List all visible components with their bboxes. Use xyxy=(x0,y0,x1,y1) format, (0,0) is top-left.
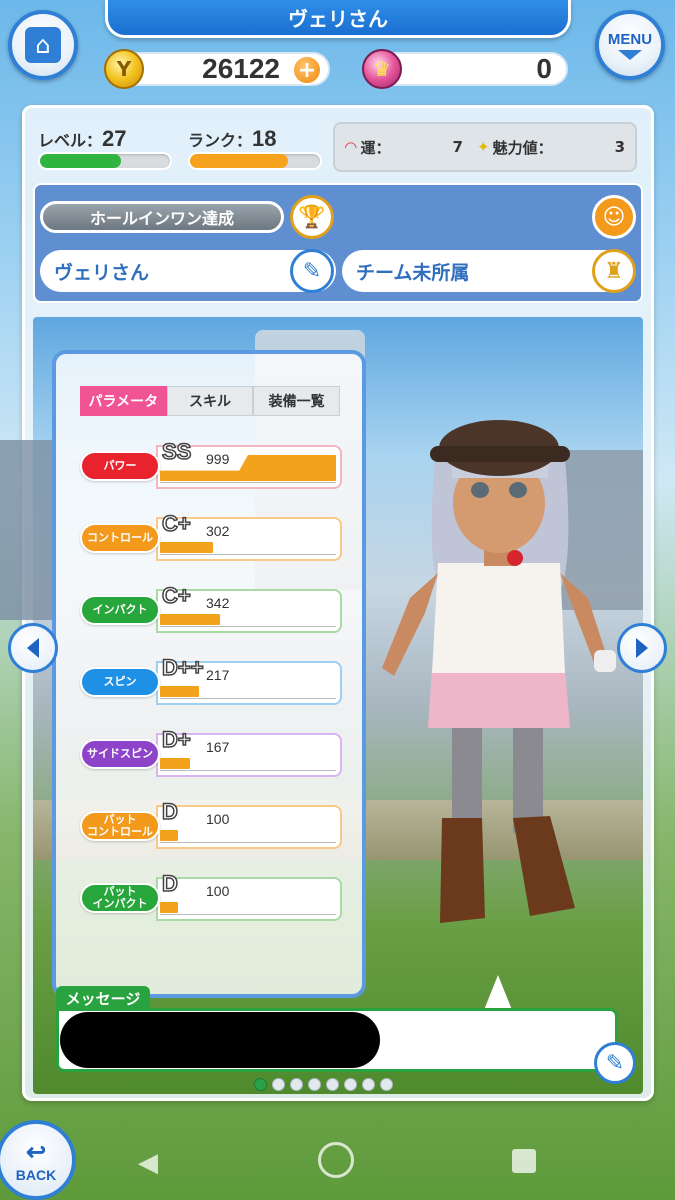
parameter-grade: D++ xyxy=(161,654,204,681)
rank-label: ランク：18 xyxy=(188,126,277,151)
luck-charm-box: ◠ 運： 7 ✦ 魅力値： 3 xyxy=(333,122,637,172)
gem-amount: 0 xyxy=(536,53,552,84)
pencil-icon: ✎ xyxy=(302,258,322,284)
parameter-ticks xyxy=(160,911,336,915)
parameter-grade: D xyxy=(161,870,178,897)
page-dot[interactable] xyxy=(308,1078,321,1091)
parameter-name: コントロール xyxy=(80,523,160,553)
tab-skills[interactable]: スキル xyxy=(166,386,254,416)
parameter-value: 100 xyxy=(206,811,230,827)
team-field: チーム未所属 xyxy=(342,250,634,292)
menu-label: MENU xyxy=(607,30,653,48)
parameter-ticks xyxy=(160,551,336,555)
parameter-name: スピン xyxy=(80,667,160,697)
edit-name-button[interactable]: ✎ xyxy=(290,249,334,293)
parameter-row: パワー SS 999 xyxy=(80,438,342,489)
player-name-text: ヴェリさん xyxy=(54,261,150,284)
android-back-icon[interactable]: ◀ xyxy=(138,1148,158,1178)
page-dot[interactable] xyxy=(362,1078,375,1091)
parameter-value: 999 xyxy=(206,451,230,467)
parameter-grade: C+ xyxy=(161,582,191,609)
parameter-name: インパクト xyxy=(80,595,160,625)
rainbow-icon: ◠ xyxy=(345,138,357,156)
arrow-right-icon xyxy=(636,638,648,658)
parameter-name: サイドスピン xyxy=(80,739,160,769)
parameter-ticks xyxy=(160,839,336,843)
previous-button[interactable] xyxy=(8,623,58,673)
redacted-message xyxy=(60,1012,380,1068)
page-dot[interactable] xyxy=(380,1078,393,1091)
parameter-name: パワー xyxy=(80,451,160,481)
back-label: BACK xyxy=(15,1166,57,1183)
trophy-icon[interactable]: 🏆 xyxy=(290,195,334,239)
parameter-grade: D xyxy=(161,798,178,825)
edit-message-button[interactable]: ✎ xyxy=(594,1042,636,1084)
parameter-name: パット インパクト xyxy=(80,883,160,913)
back-arrow-icon: ↩ xyxy=(25,1138,47,1166)
arrow-left-icon xyxy=(27,638,39,658)
luck-value: 7 xyxy=(452,138,463,156)
crown-gem-icon: ♛ xyxy=(362,49,402,89)
parameter-row: パット インパクト D 100 xyxy=(80,870,342,921)
next-button[interactable] xyxy=(617,623,667,673)
page-dot[interactable] xyxy=(326,1078,339,1091)
page-dot[interactable] xyxy=(254,1078,267,1091)
rank-value: 18 xyxy=(252,126,277,151)
android-recents-icon[interactable] xyxy=(512,1149,536,1173)
parameter-grade: D+ xyxy=(161,726,191,753)
parameter-value: 217 xyxy=(206,667,230,683)
parameter-tabs: パラメータ スキル 装備一覧 xyxy=(80,386,341,416)
page-dot[interactable] xyxy=(290,1078,303,1091)
team-text: チーム未所属 xyxy=(356,261,470,284)
parameter-ticks xyxy=(160,479,336,483)
add-gold-button[interactable]: + xyxy=(292,55,322,85)
parameter-name: パット コントロール xyxy=(80,811,160,841)
level-progress-bar xyxy=(38,152,172,170)
parameter-value: 100 xyxy=(206,883,230,899)
parameter-row: サイドスピン D+ 167 xyxy=(80,726,342,777)
level-value: 27 xyxy=(102,126,127,151)
rank-progress-bar xyxy=(188,152,322,170)
gold-coin-icon: Y xyxy=(104,49,144,89)
menu-button[interactable]: MENU xyxy=(595,10,665,80)
parameter-value: 302 xyxy=(206,523,230,539)
parameter-value: 167 xyxy=(206,739,230,755)
parameter-row: インパクト C+ 342 xyxy=(80,582,342,633)
parameter-row: パット コントロール D 100 xyxy=(80,798,342,849)
parameter-ticks xyxy=(160,623,336,627)
parameter-ticks xyxy=(160,695,336,699)
parameter-row: コントロール C+ 302 xyxy=(80,510,342,561)
page-dot[interactable] xyxy=(344,1078,357,1091)
page-indicator xyxy=(254,1078,393,1091)
player-name-title: ヴェリさん xyxy=(105,0,571,38)
parameter-value: 342 xyxy=(206,595,230,611)
android-home-icon[interactable] xyxy=(318,1142,354,1178)
charm-label: 魅力値： xyxy=(492,138,553,157)
parameter-grade: C+ xyxy=(161,510,191,537)
achievement-badge[interactable]: ホールインワン達成 xyxy=(40,201,284,233)
home-button[interactable]: ⌂ xyxy=(8,10,78,80)
team-icon[interactable]: ♜ xyxy=(592,249,636,293)
pencil-icon: ✎ xyxy=(605,1050,625,1076)
player-character xyxy=(382,420,616,923)
caddie-icon[interactable]: ☺ xyxy=(592,195,636,239)
charm-value: 3 xyxy=(614,138,625,156)
parameter-grade: SS xyxy=(161,438,192,465)
page-dot[interactable] xyxy=(272,1078,285,1091)
home-icon: ⌂ xyxy=(25,27,61,63)
parameter-row: スピン D++ 217 xyxy=(80,654,342,705)
parameter-ticks xyxy=(160,767,336,771)
sparkle-icon: ✦ xyxy=(476,138,490,156)
tab-parameters[interactable]: パラメータ xyxy=(80,386,167,416)
level-label: レベル：27 xyxy=(38,126,127,151)
back-button[interactable]: ↩ BACK xyxy=(0,1120,76,1200)
gold-amount: 26122 xyxy=(202,53,280,84)
background-building xyxy=(0,440,55,620)
message-label: メッセージ xyxy=(56,986,150,1010)
chevron-down-icon xyxy=(618,49,642,60)
luck-label: 運： xyxy=(360,138,391,157)
tab-equipment[interactable]: 装備一覧 xyxy=(253,386,341,416)
speech-tail xyxy=(484,975,512,1010)
